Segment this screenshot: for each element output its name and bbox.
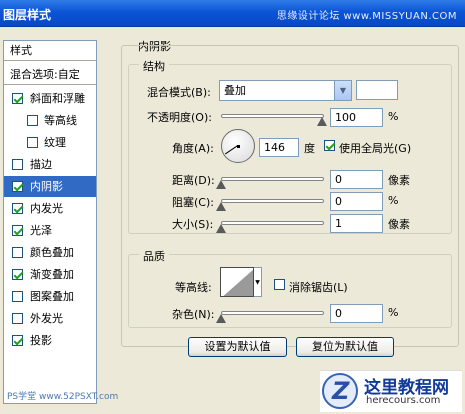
- structure-title: 结构: [139, 58, 169, 74]
- style-item[interactable]: 纹理: [4, 132, 96, 153]
- style-item[interactable]: 内阴影: [4, 176, 96, 197]
- style-item[interactable]: 图案叠加: [4, 286, 96, 307]
- title-bar: 图层样式 思缘设计论坛 www.MISSYUAN.COM: [0, 0, 465, 27]
- reset-default-button[interactable]: 复位为默认值: [296, 337, 394, 357]
- style-item-label: 纹理: [44, 136, 66, 149]
- angle-input[interactable]: 146: [259, 138, 299, 157]
- blend-options-item[interactable]: 混合选项:自定: [4, 65, 96, 85]
- style-item-label: 渐变叠加: [30, 268, 74, 281]
- noise-slider-handle[interactable]: [216, 314, 226, 323]
- noise-unit: %: [388, 306, 399, 319]
- style-item[interactable]: 斜面和浮雕: [4, 88, 96, 109]
- style-item-label: 内阴影: [30, 180, 63, 193]
- style-checkbox[interactable]: [12, 159, 23, 170]
- opacity-unit: %: [388, 110, 399, 123]
- watermark-herecours: Z 这里教程网 herecours.com: [320, 370, 462, 412]
- set-default-button[interactable]: 设置为默认值: [188, 337, 287, 357]
- style-item-label: 图案叠加: [30, 290, 74, 303]
- style-checkbox[interactable]: [12, 247, 23, 258]
- opacity-input[interactable]: 100: [330, 108, 383, 127]
- opacity-slider[interactable]: [221, 114, 324, 118]
- style-checkbox[interactable]: [12, 291, 23, 302]
- style-item-label: 描边: [30, 158, 52, 171]
- styles-header[interactable]: 样式: [4, 41, 96, 61]
- size-slider-handle[interactable]: [216, 224, 226, 233]
- style-item-label: 投影: [30, 334, 52, 347]
- choke-unit: %: [388, 194, 399, 207]
- contour-label: 等高线:: [175, 281, 212, 294]
- style-item-label: 内发光: [30, 202, 63, 215]
- style-item[interactable]: 等高线: [4, 110, 96, 131]
- style-item[interactable]: 内发光: [4, 198, 96, 219]
- global-light-label[interactable]: 使用全局光(G): [339, 140, 411, 156]
- shadow-color-swatch[interactable]: [356, 80, 398, 100]
- watermark-psxt: PS学堂 www.52PSXT.com: [7, 392, 119, 402]
- style-checkbox[interactable]: [12, 181, 23, 192]
- angle-label: 角度(A):: [172, 142, 214, 155]
- noise-slider[interactable]: [221, 311, 324, 315]
- angle-center: [237, 145, 240, 148]
- choke-slider-handle[interactable]: [216, 202, 226, 211]
- noise-input[interactable]: 0: [330, 304, 383, 323]
- watermark-missyuan: 思缘设计论坛 www.MISSYUAN.COM: [276, 11, 457, 22]
- style-item[interactable]: 外发光: [4, 308, 96, 329]
- style-checkbox[interactable]: [12, 313, 23, 324]
- style-item[interactable]: 光泽: [4, 220, 96, 241]
- distance-slider-handle[interactable]: [216, 180, 226, 189]
- anti-alias-label[interactable]: 消除锯齿(L): [289, 279, 348, 295]
- style-checkbox[interactable]: [12, 225, 23, 236]
- anti-alias-checkbox[interactable]: [274, 279, 285, 290]
- style-checkbox[interactable]: [12, 269, 23, 280]
- style-checkbox[interactable]: [12, 93, 23, 104]
- chevron-down-icon[interactable]: ▼: [334, 81, 351, 100]
- distance-slider[interactable]: [221, 177, 324, 181]
- style-item-label: 颜色叠加: [30, 246, 74, 259]
- style-item-label: 斜面和浮雕: [30, 92, 85, 105]
- distance-label: 距离(D):: [172, 174, 215, 187]
- angle-unit: 度: [304, 142, 315, 155]
- blend-mode-select[interactable]: 叠加 ▼: [219, 80, 352, 101]
- blend-mode-value: 叠加: [224, 84, 246, 97]
- noise-label: 杂色(N):: [172, 308, 215, 321]
- contour-picker[interactable]: [220, 267, 254, 297]
- contour-curve-icon: [221, 268, 253, 296]
- style-checkbox[interactable]: [12, 203, 23, 214]
- style-item[interactable]: 描边: [4, 154, 96, 175]
- blend-mode-label: 混合模式(B):: [147, 86, 211, 99]
- choke-input[interactable]: 0: [330, 192, 383, 211]
- style-checkbox[interactable]: [27, 137, 38, 148]
- opacity-label: 不透明度(O):: [147, 111, 212, 124]
- choke-label: 阻塞(C):: [172, 196, 214, 209]
- distance-unit: 像素: [388, 174, 410, 187]
- style-item[interactable]: 投影: [4, 330, 96, 351]
- style-item[interactable]: 颜色叠加: [4, 242, 96, 263]
- opacity-slider-handle[interactable]: [317, 117, 327, 126]
- global-light-checkbox[interactable]: [324, 140, 335, 151]
- watermark-en: herecours.com: [366, 395, 441, 406]
- style-item-label: 等高线: [44, 114, 77, 127]
- style-item[interactable]: 渐变叠加: [4, 264, 96, 285]
- distance-input[interactable]: 0: [330, 170, 383, 189]
- choke-slider[interactable]: [221, 199, 324, 203]
- size-slider[interactable]: [221, 221, 324, 225]
- style-checkbox[interactable]: [12, 335, 23, 346]
- size-label: 大小(S):: [172, 218, 214, 231]
- styles-list-panel: 样式 混合选项:自定 斜面和浮雕等高线纹理描边内阴影内发光光泽颜色叠加渐变叠加图…: [3, 40, 97, 404]
- site-logo-icon: Z: [322, 373, 358, 409]
- size-input[interactable]: 1: [330, 214, 383, 233]
- window-title: 图层样式: [3, 8, 52, 22]
- style-item-label: 光泽: [30, 224, 52, 237]
- quality-title: 品质: [139, 248, 169, 264]
- style-item-label: 外发光: [30, 312, 63, 325]
- angle-dial[interactable]: [221, 129, 255, 163]
- style-checkbox[interactable]: [27, 115, 38, 126]
- size-unit: 像素: [388, 218, 410, 231]
- chevron-down-icon[interactable]: ▼: [254, 267, 262, 297]
